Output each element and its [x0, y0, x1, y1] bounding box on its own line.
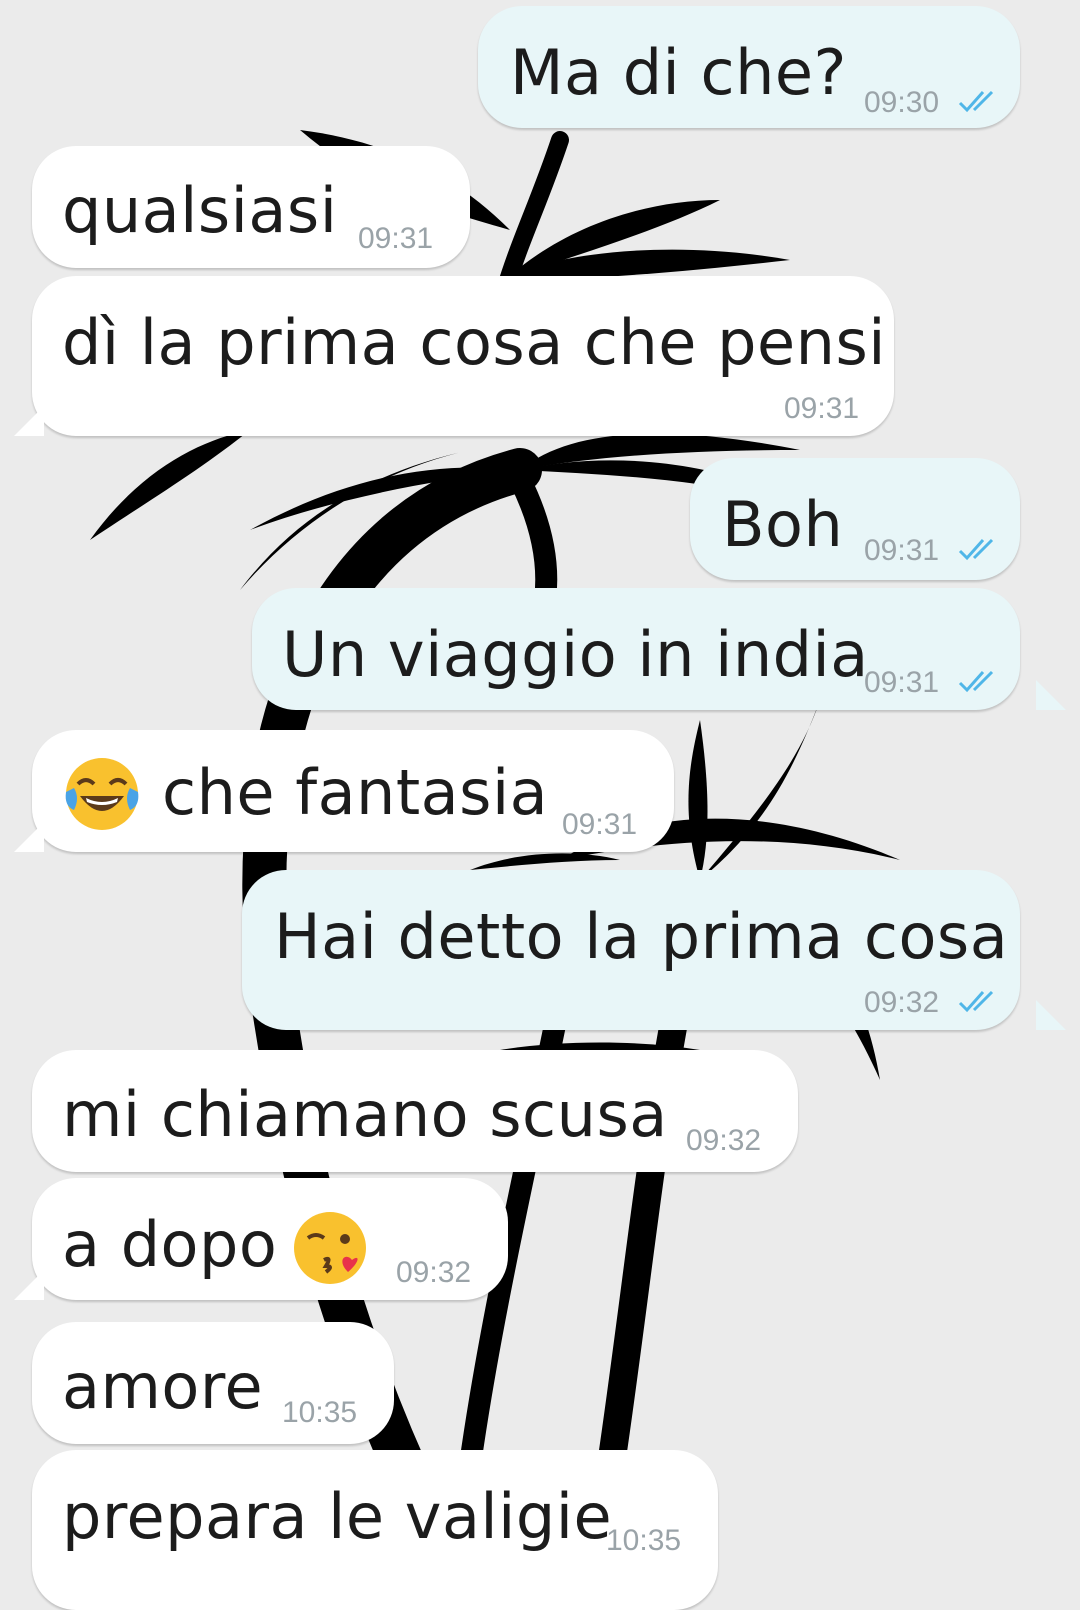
message-time: 09:31 — [358, 222, 434, 255]
bubble-tail — [1036, 680, 1066, 710]
message-text: Hai detto la prima cosa — [274, 900, 1009, 973]
message-text: dì la prima cosa che pensi — [62, 306, 886, 379]
message-bubble-incoming[interactable]: dì la prima cosa che pensi 09:31 — [32, 276, 894, 436]
message-bubble-outgoing[interactable]: Hai detto la prima cosa 09:32 — [242, 870, 1020, 1030]
message-text: che fantasia — [162, 756, 549, 829]
message-bubble-outgoing[interactable]: Ma di che? 09:30 — [478, 6, 1020, 128]
message-time: 09:31 — [864, 666, 940, 699]
message-bubble-incoming[interactable]: amore 10:35 — [32, 1322, 394, 1444]
message-bubble-outgoing[interactable]: Un viaggio in india 09:31 — [252, 588, 1020, 710]
read-double-check-icon — [958, 990, 994, 1013]
message-time: 09:31 — [562, 808, 638, 841]
message-text: Ma di che? — [510, 36, 847, 109]
message-time: 10:35 — [606, 1524, 682, 1557]
message-time: 09:31 — [784, 392, 860, 425]
message-bubble-incoming[interactable]: qualsiasi 09:31 — [32, 146, 470, 268]
bubble-tail — [14, 1270, 44, 1300]
read-double-check-icon — [958, 90, 994, 113]
message-time: 10:35 — [282, 1396, 358, 1429]
message-bubble-incoming[interactable]: che fantasia 09:31 — [32, 730, 674, 852]
message-text: prepara le valigie — [62, 1480, 613, 1553]
read-double-check-icon — [958, 538, 994, 561]
face-blowing-a-kiss-emoji — [294, 1212, 366, 1284]
message-text: mi chiamano scusa — [62, 1078, 668, 1151]
message-time: 09:32 — [686, 1124, 762, 1157]
message-bubble-incoming[interactable]: a dopo 09:32 — [32, 1178, 508, 1300]
bubble-tail — [14, 822, 44, 852]
message-text: a dopo — [62, 1208, 278, 1281]
message-bubble-incoming[interactable]: prepara le valigie 10:35 — [32, 1450, 718, 1610]
message-time: 09:32 — [396, 1256, 472, 1289]
message-time: 09:31 — [864, 534, 940, 567]
face-with-tears-of-joy-emoji — [65, 758, 139, 830]
message-text: qualsiasi — [62, 174, 338, 247]
read-double-check-icon — [958, 670, 994, 693]
bubble-tail — [14, 406, 44, 436]
message-text: Un viaggio in india — [282, 618, 869, 691]
bubble-tail — [1036, 1000, 1066, 1030]
message-bubble-incoming[interactable]: mi chiamano scusa 09:32 — [32, 1050, 798, 1172]
chat-conversation: Ma di che? 09:30 qualsiasi 09:31 dì la p… — [0, 0, 1080, 1610]
message-time: 09:30 — [864, 86, 940, 119]
message-text: Boh — [722, 488, 844, 561]
message-text: amore — [62, 1350, 264, 1423]
message-time: 09:32 — [864, 986, 940, 1019]
message-bubble-outgoing[interactable]: Boh 09:31 — [690, 458, 1020, 580]
